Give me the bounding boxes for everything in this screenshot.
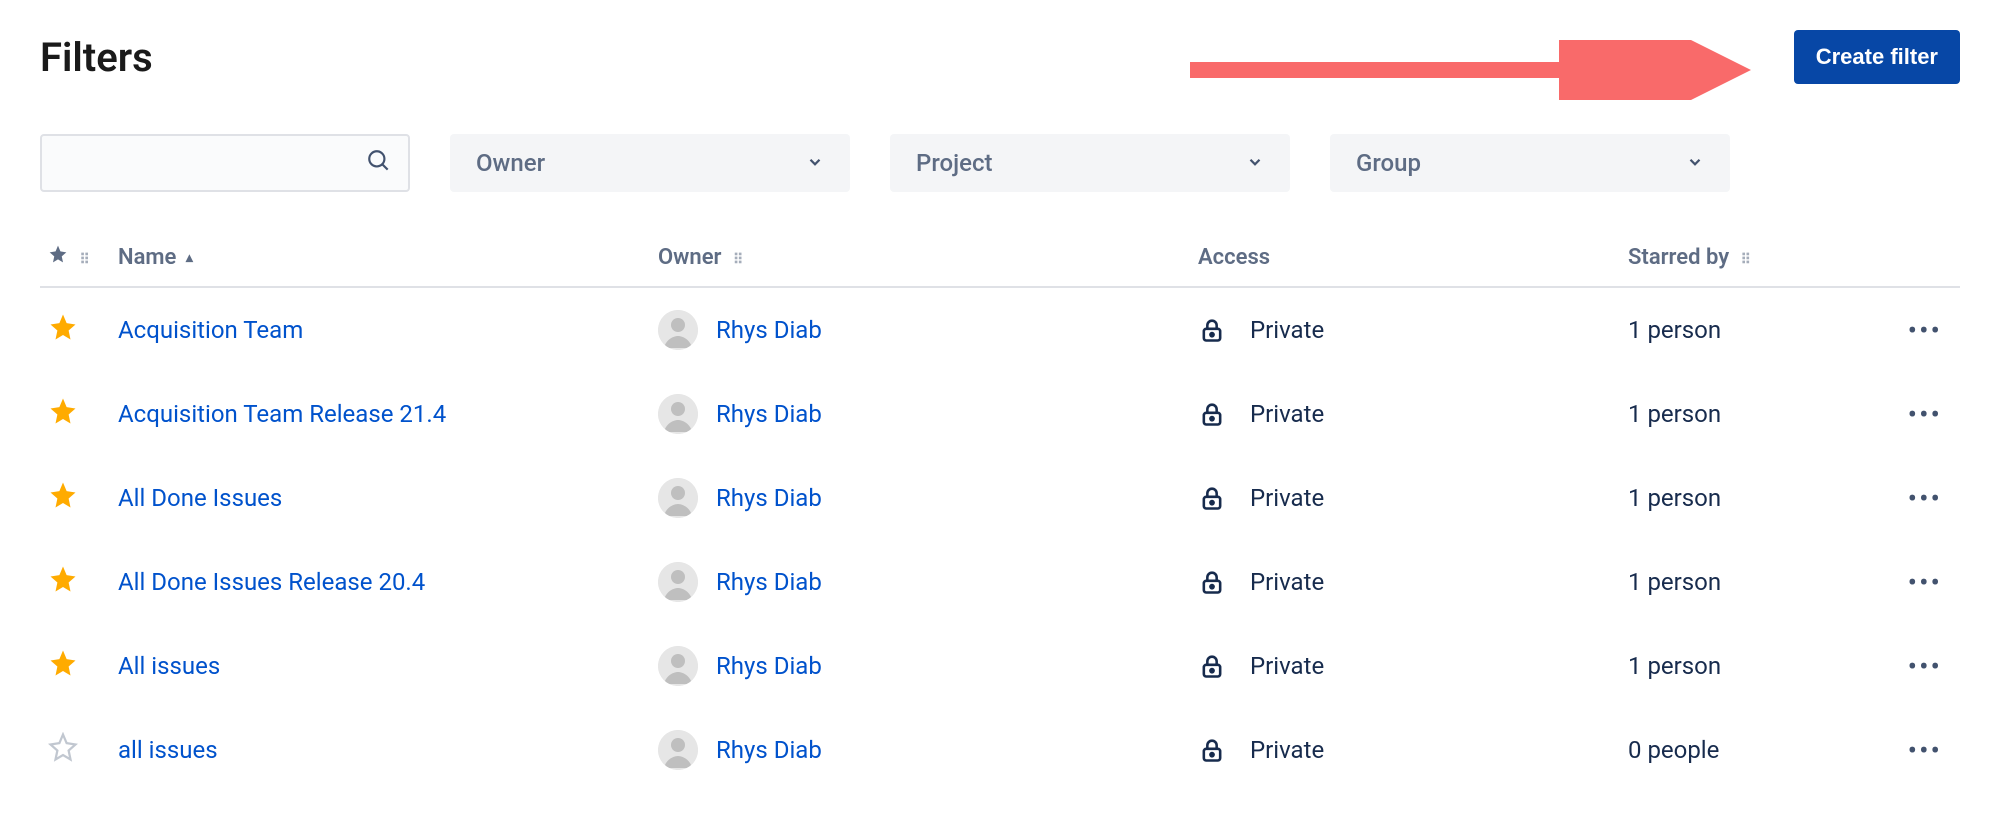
column-header-name[interactable]: Name ▴ [110, 232, 650, 287]
owner-link[interactable]: Rhys Diab [716, 400, 822, 428]
dropdown-label: Owner [476, 149, 545, 177]
table-row: Acquisition Team Release 21.4 Rhys Diab Pr… [40, 372, 1960, 456]
more-actions-button[interactable]: ••• [1908, 566, 1952, 599]
star-toggle[interactable] [48, 312, 78, 348]
filter-bar: Owner Project Group [40, 134, 1960, 192]
search-box[interactable] [40, 134, 410, 192]
owner-link[interactable]: Rhys Diab [716, 484, 822, 512]
starred-by-count: 1 person [1628, 652, 1721, 680]
lock-icon [1198, 736, 1226, 764]
lock-icon [1198, 652, 1226, 680]
filter-name-link[interactable]: All Done Issues [118, 484, 282, 512]
chevron-down-icon [1686, 149, 1704, 177]
dropdown-label: Project [916, 149, 993, 177]
lock-icon [1198, 316, 1226, 344]
project-filter-dropdown[interactable]: Project [890, 134, 1290, 192]
avatar [658, 730, 698, 770]
header-label: Owner [658, 245, 721, 270]
more-actions-button[interactable]: ••• [1908, 734, 1952, 767]
owner-link[interactable]: Rhys Diab [716, 652, 822, 680]
owner-filter-dropdown[interactable]: Owner [450, 134, 850, 192]
filter-name-link[interactable]: all issues [118, 736, 218, 764]
more-actions-button[interactable]: ••• [1908, 482, 1952, 515]
sort-indicator: ⠿ [1741, 252, 1749, 268]
avatar [658, 394, 698, 434]
header-label: Name [118, 245, 176, 270]
owner-link[interactable]: Rhys Diab [716, 736, 822, 764]
access-label: Private [1250, 568, 1324, 596]
table-row: Acquisition Team Rhys Diab Private 1 person… [40, 287, 1960, 372]
star-toggle[interactable] [48, 732, 78, 768]
table-row: All issues Rhys Diab Private 1 person ••• [40, 624, 1960, 708]
avatar [658, 310, 698, 350]
avatar [658, 478, 698, 518]
group-filter-dropdown[interactable]: Group [1330, 134, 1730, 192]
more-actions-button[interactable]: ••• [1908, 650, 1952, 683]
lock-icon [1198, 484, 1226, 512]
starred-by-count: 1 person [1628, 484, 1721, 512]
annotation-arrow [1190, 40, 1760, 100]
filters-table: ⠿ Name ▴ Owner ⠿ Access Starred by ⠿ Acq… [40, 232, 1960, 792]
search-input[interactable] [58, 152, 366, 175]
table-row: All Done Issues Rhys Diab Private 1 person •… [40, 456, 1960, 540]
column-header-starred-by[interactable]: Starred by ⠿ [1620, 232, 1880, 287]
filter-name-link[interactable]: Acquisition Team [118, 316, 303, 344]
star-toggle[interactable] [48, 648, 78, 684]
more-actions-button[interactable]: ••• [1908, 398, 1952, 431]
access-label: Private [1250, 400, 1324, 428]
star-toggle[interactable] [48, 564, 78, 600]
dropdown-label: Group [1356, 149, 1421, 177]
sort-indicator: ⠿ [733, 252, 741, 268]
access-label: Private [1250, 652, 1324, 680]
column-header-actions [1880, 232, 1960, 287]
column-header-access: Access [1190, 232, 1620, 287]
star-toggle[interactable] [48, 480, 78, 516]
starred-by-count: 0 people [1628, 736, 1719, 764]
lock-icon [1198, 400, 1226, 428]
page-title: Filters [40, 34, 153, 81]
access-label: Private [1250, 736, 1324, 764]
header-label: Access [1198, 245, 1270, 270]
sort-indicator: ⠿ [79, 252, 87, 268]
chevron-down-icon [1246, 149, 1264, 177]
filter-name-link[interactable]: All issues [118, 652, 220, 680]
table-row: all issues Rhys Diab Private 0 people ••• [40, 708, 1960, 792]
header-label: Starred by [1628, 245, 1729, 270]
filter-name-link[interactable]: Acquisition Team Release 21.4 [118, 400, 446, 428]
chevron-down-icon [806, 149, 824, 177]
starred-by-count: 1 person [1628, 400, 1721, 428]
starred-by-count: 1 person [1628, 568, 1721, 596]
lock-icon [1198, 568, 1226, 596]
table-row: All Done Issues Release 20.4 Rhys Diab Pri… [40, 540, 1960, 624]
avatar [658, 562, 698, 602]
create-filter-button[interactable]: Create filter [1794, 30, 1960, 84]
starred-by-count: 1 person [1628, 316, 1721, 344]
avatar [658, 646, 698, 686]
star-icon [48, 245, 73, 270]
sort-asc-icon: ▴ [186, 250, 193, 266]
search-icon [366, 148, 392, 178]
column-header-owner[interactable]: Owner ⠿ [650, 232, 1190, 287]
filter-name-link[interactable]: All Done Issues Release 20.4 [118, 568, 425, 596]
column-header-star[interactable]: ⠿ [40, 232, 110, 287]
more-actions-button[interactable]: ••• [1908, 314, 1952, 347]
owner-link[interactable]: Rhys Diab [716, 568, 822, 596]
star-toggle[interactable] [48, 396, 78, 432]
access-label: Private [1250, 484, 1324, 512]
owner-link[interactable]: Rhys Diab [716, 316, 822, 344]
access-label: Private [1250, 316, 1324, 344]
